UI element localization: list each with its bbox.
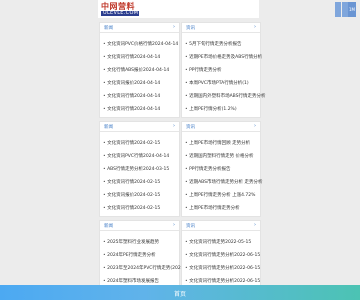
list-item[interactable]: 文化资讯行情2024-02-15 [103, 179, 160, 185]
list-item[interactable]: 文化资讯行情走势分析2022-06-15 [185, 278, 260, 284]
card-header: 资讯 › [182, 221, 260, 231]
more-arrow-icon[interactable]: › [173, 24, 175, 30]
list-item[interactable]: 文化资讯报价2024-04-14 [103, 80, 160, 86]
list-item[interactable]: 文化资讯行情走势分析2022-06-15 [185, 252, 260, 258]
card-title[interactable]: 新闻 [104, 124, 113, 130]
more-arrow-icon[interactable]: › [254, 24, 256, 30]
footer-label[interactable]: 首页 [0, 289, 360, 298]
list-item[interactable]: 近期国内外塑料市场ABS行情走势分析 [185, 93, 265, 99]
list-item[interactable]: 文化资讯行情走势2022-05-15 [185, 239, 251, 245]
list-item[interactable]: 文化资讯行情2024-04-14 [103, 106, 160, 112]
card-title[interactable]: 资讯 [186, 223, 195, 229]
list-item[interactable]: 上周PE市场行情走势分析 [185, 205, 240, 211]
list-item[interactable]: 2025年塑料行业发展趋势 [103, 239, 159, 245]
list-item[interactable]: 5月下旬行情走势分析报告 [185, 41, 241, 47]
card-title[interactable]: 资讯 [186, 25, 195, 31]
list-item[interactable]: 文化资讯PVC行情2024-04-14 [103, 153, 169, 159]
card-title[interactable]: 新闻 [104, 25, 113, 31]
list-item[interactable]: 2023年至2024年PVC行情走势(2023) [103, 265, 185, 271]
list-item[interactable]: 近期ABS市场行情走势分析 走势分析 [185, 179, 262, 185]
list-item[interactable]: 文化资讯PVC价格行情2024-04-14 [103, 41, 178, 47]
list-item[interactable]: 近期PE市场价格走势及ABS行情分析 [185, 54, 262, 60]
card-header: 新闻 › [100, 221, 179, 231]
more-arrow-icon[interactable]: › [173, 222, 175, 228]
list-item[interactable]: 上周PE行情走势分析 上涨4.72% [185, 192, 255, 198]
news-card: 资讯 › 5月下旬行情走势分析报告 近期PE市场价格走势及ABS行情分析 PP行… [181, 22, 266, 118]
list-item[interactable]: 本周PVC市场PTA行情分析(1) [185, 80, 249, 86]
list-item[interactable]: 2024年塑料市场发展报告 [103, 278, 159, 284]
list-item[interactable]: 近期国内塑料行情走势 价格分析 [185, 153, 253, 159]
list-item[interactable]: 文化资讯行情2024-02-15 [103, 205, 160, 211]
card-title[interactable]: 新闻 [104, 223, 113, 229]
card-title[interactable]: 资讯 [186, 124, 195, 130]
news-card: 新闻 › 文化资讯PVC价格行情2024-04-14 文化资讯行情2024-04… [99, 22, 180, 118]
user-button[interactable]: 1M [348, 2, 356, 17]
card-header: 资讯 › [182, 122, 260, 132]
menu-button[interactable] [335, 2, 341, 17]
card-header: 新闻 › [100, 23, 179, 33]
news-card: 资讯 › 文化资讯行情走势2022-05-15 文化资讯行情走势分析2022-0… [181, 220, 261, 288]
list-item[interactable]: 上周PE市场行情回顾 走势分析 [185, 140, 250, 146]
list-item[interactable]: 文化资讯行情2024-04-14 [103, 54, 160, 60]
list-item[interactable]: ABS行情走势分析2024-03-15 [103, 166, 169, 172]
site-logo[interactable]: 中网营料 ULEVLE.COM [101, 2, 143, 17]
news-card: 资讯 › 上周PE市场行情回顾 走势分析 近期国内塑料行情走势 价格分析 PP行… [181, 121, 262, 217]
site-header: 中网营料 ULEVLE.COM 1M [98, 0, 356, 18]
list-item[interactable]: 文化资讯行情走势分析2022-06-15 [185, 265, 260, 271]
card-header: 资讯 › [182, 23, 260, 33]
news-card: 新闻 › 文化资讯行情2024-02-15 文化资讯PVC行情2024-04-1… [99, 121, 180, 217]
list-item[interactable]: PP行情走势分析报告 [185, 166, 230, 172]
list-item[interactable]: 文化行情ABS报价2024-04-14 [103, 67, 169, 73]
list-item[interactable]: 文化资讯行情2024-02-15 [103, 140, 160, 146]
list-item[interactable]: 上周PE行情分析(1.2%) [185, 106, 237, 112]
more-arrow-icon[interactable]: › [254, 123, 256, 129]
footer-bar[interactable]: 首页 [0, 285, 360, 300]
card-header: 新闻 › [100, 122, 179, 132]
more-arrow-icon[interactable]: › [254, 222, 256, 228]
list-item[interactable]: 2024年PE行情走势分析 [103, 252, 156, 258]
more-arrow-icon[interactable]: › [173, 123, 175, 129]
logo-text-en: ULEVLE.COM [101, 10, 139, 16]
list-item[interactable]: 文化资讯行情2024-04-14 [103, 93, 160, 99]
list-item[interactable]: 文化资讯报价2024-02-15 [103, 192, 160, 198]
news-card: 新闻 › 2025年塑料行业发展趋势 2024年PE行情走势分析 2023年至2… [99, 220, 185, 288]
list-item[interactable]: PP行情走势分析 [185, 67, 221, 73]
